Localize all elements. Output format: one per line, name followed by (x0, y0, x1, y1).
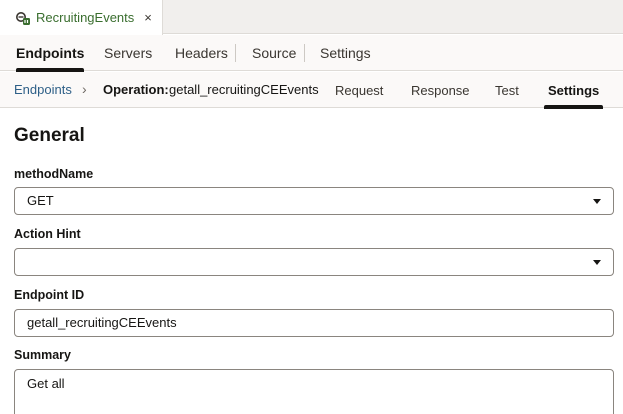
endpoint-id-value: getall_recruitingCEEvents (27, 315, 177, 330)
section-heading: General (14, 125, 85, 146)
chevron-right-icon: › (82, 81, 87, 97)
operation-bar: Endpoints › Operation: getall_recruiting… (0, 72, 623, 109)
method-name-value: GET (27, 193, 54, 208)
operation-label: Operation: (103, 82, 169, 97)
operation-value: getall_recruitingCEEvents (169, 82, 319, 97)
file-tab-recruitingevents[interactable]: RecruitingEvents × (0, 0, 163, 35)
caret-down-icon (593, 199, 601, 204)
endpoint-id-input[interactable]: getall_recruitingCEEvents (14, 309, 614, 337)
breadcrumb-endpoints[interactable]: Endpoints (14, 72, 72, 108)
endpoint-id-label: Endpoint ID (14, 288, 85, 302)
tab-separator (304, 44, 305, 62)
action-hint-label: Action Hint (14, 227, 81, 241)
tab-response[interactable]: Response (411, 72, 470, 108)
summary-textarea[interactable]: Get all (14, 369, 614, 414)
caret-down-icon (593, 260, 601, 265)
service-connection-icon (14, 9, 32, 27)
primary-tab-bar: Endpoints Servers Headers Source Setting… (0, 35, 623, 72)
summary-label: Summary (14, 348, 71, 362)
close-icon[interactable]: × (144, 11, 152, 24)
tab-operation-settings[interactable]: Settings (543, 72, 604, 109)
tab-headers[interactable]: Headers (175, 35, 228, 71)
method-name-label: methodName (14, 167, 94, 181)
tab-endpoints[interactable]: Endpoints (16, 35, 85, 72)
tab-settings[interactable]: Settings (320, 35, 371, 71)
tab-source[interactable]: Source (252, 35, 296, 71)
action-hint-select[interactable] (14, 248, 614, 276)
tab-request[interactable]: Request (335, 72, 383, 108)
file-tab-strip: RecruitingEvents × (0, 0, 623, 35)
tab-test[interactable]: Test (495, 72, 519, 108)
tab-separator (235, 44, 236, 62)
tab-servers[interactable]: Servers (104, 35, 152, 71)
method-name-select[interactable]: GET (14, 187, 614, 215)
summary-value: Get all (27, 376, 65, 391)
file-tab-label: RecruitingEvents (36, 10, 135, 25)
